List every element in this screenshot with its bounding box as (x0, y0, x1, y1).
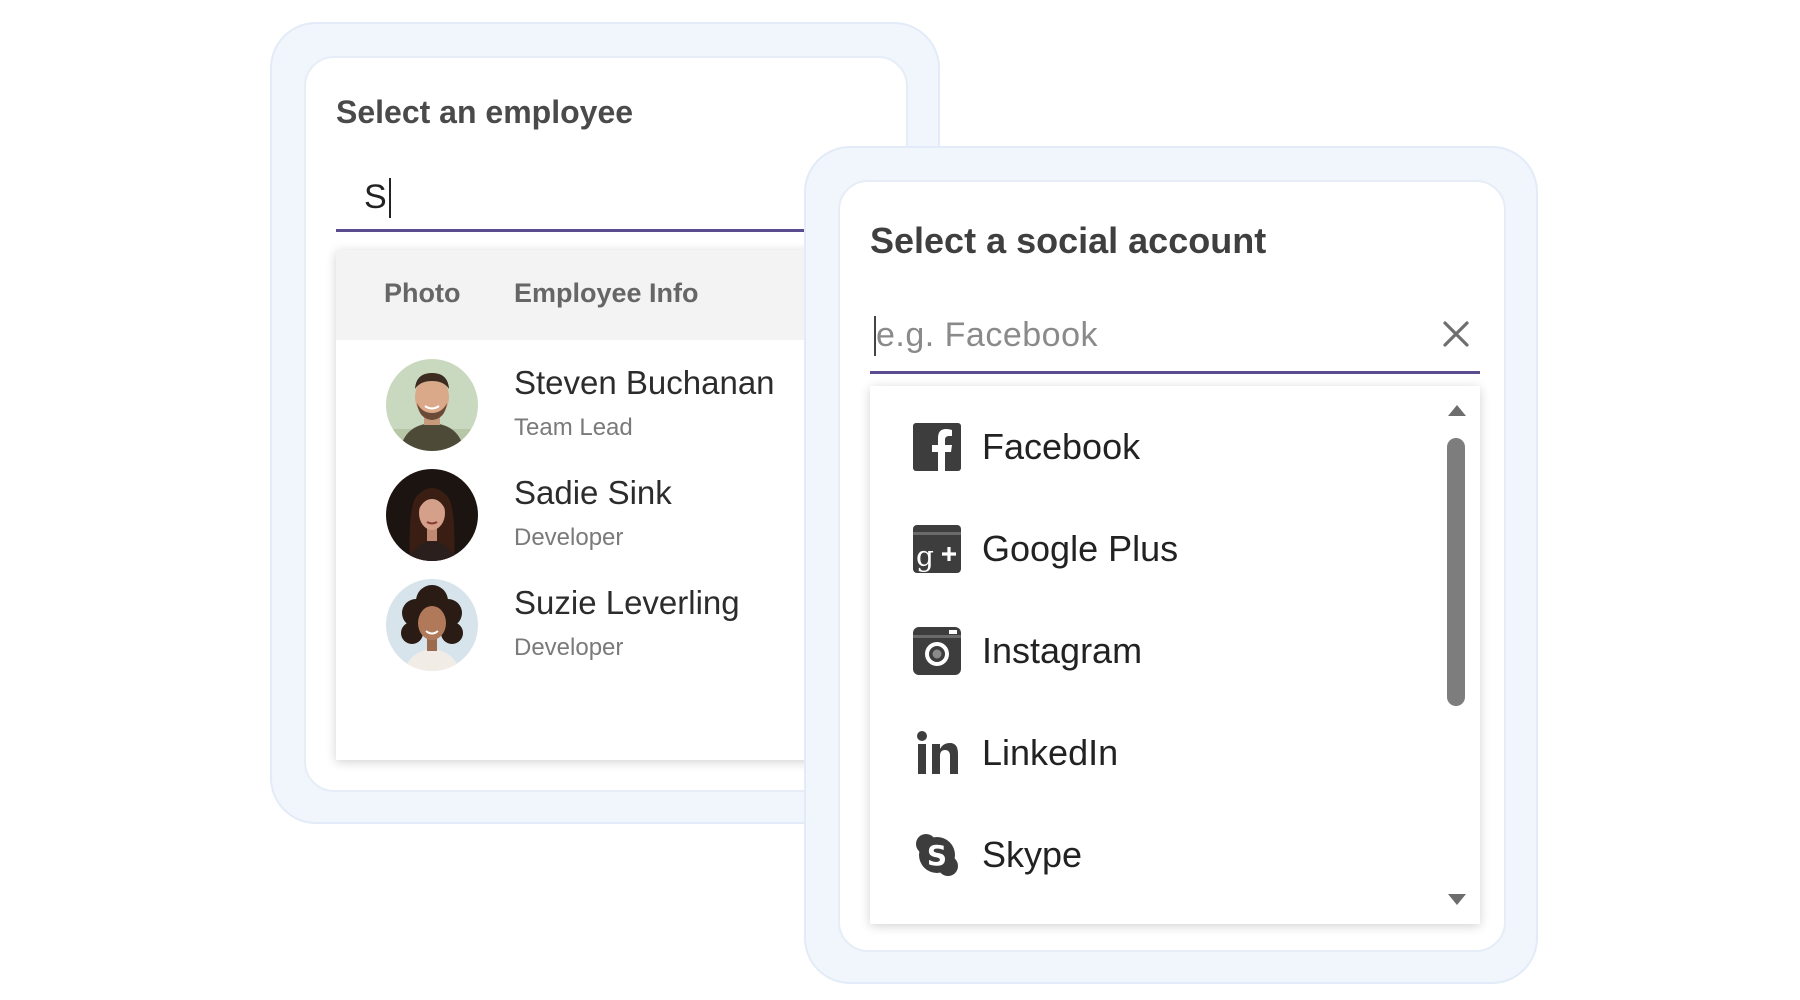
employee-role: Developer (514, 634, 624, 661)
skype-icon: S (912, 830, 962, 880)
social-picker-frame: Select a social account e.g. Facebook Fa… (804, 146, 1538, 984)
employee-picker-title: Select an employee (336, 94, 634, 130)
scroll-up-arrow-icon[interactable] (1446, 402, 1468, 418)
text-caret (874, 316, 876, 356)
text-caret (388, 177, 391, 218)
social-search-placeholder: e.g. Facebook (876, 316, 1098, 354)
social-search-input[interactable]: e.g. Facebook (870, 300, 1480, 374)
social-item-skype[interactable]: S Skype (870, 804, 1440, 906)
man-avatar (386, 359, 478, 451)
close-icon[interactable] (1436, 314, 1476, 354)
employee-info-column-header: Employee Info (514, 278, 699, 308)
social-item-label: Instagram (982, 630, 1143, 671)
facebook-icon (912, 422, 962, 472)
employee-name: Steven Buchanan (514, 364, 775, 401)
social-picker-title: Select a social account (870, 220, 1267, 261)
employee-role: Team Lead (514, 414, 633, 441)
social-item-label: Facebook (982, 426, 1141, 467)
social-item-label: Google Plus (982, 528, 1179, 569)
photo-column-header: Photo (384, 278, 461, 308)
social-item-label: LinkedIn (982, 732, 1119, 773)
instagram-icon (912, 626, 962, 676)
employee-search-value: S (364, 178, 387, 216)
employee-role: Developer (514, 524, 624, 551)
scroll-down-arrow-icon[interactable] (1446, 892, 1468, 908)
woman-avatar-dark (386, 469, 478, 561)
svg-text:g: g (916, 540, 934, 573)
social-item-instagram[interactable]: Instagram (870, 600, 1440, 702)
social-dropdown-popup: Facebook g Google Plus Instagram LinkedI… (870, 386, 1480, 924)
google-plus-icon: g (912, 524, 962, 574)
woman-avatar-curly (386, 579, 478, 671)
social-item-facebook[interactable]: Facebook (870, 396, 1440, 498)
employee-name: Suzie Leverling (514, 584, 740, 621)
social-item-label: Skype (982, 834, 1083, 875)
employee-name: Sadie Sink (514, 474, 672, 511)
social-item-linkedin[interactable]: LinkedIn (870, 702, 1440, 804)
linkedin-icon (912, 728, 962, 778)
scrollbar-thumb[interactable] (1447, 438, 1465, 706)
svg-text:S: S (927, 839, 947, 872)
social-picker-card: Select a social account e.g. Facebook Fa… (838, 180, 1506, 952)
social-item-google-plus[interactable]: g Google Plus (870, 498, 1440, 600)
